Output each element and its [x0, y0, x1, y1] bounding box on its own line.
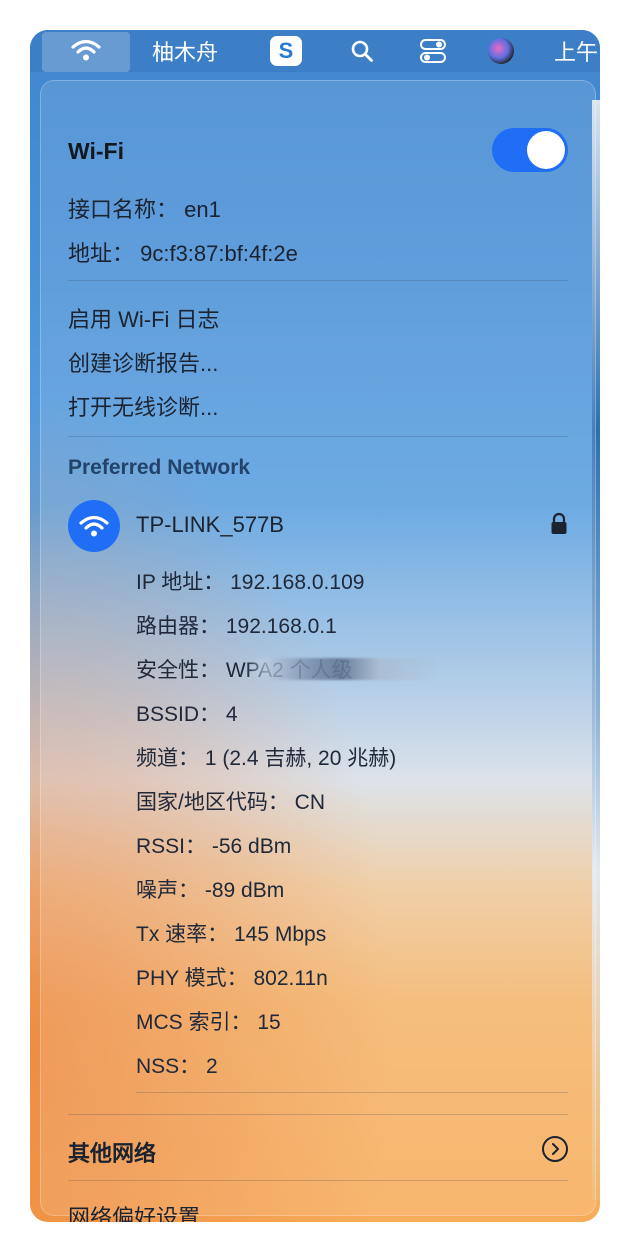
detail-nss: NSS： 2 — [136, 1055, 218, 1078]
sogou-icon: S — [270, 36, 302, 66]
separator — [68, 1180, 568, 1181]
detail-router: 路由器： 192.168.0.1 — [136, 615, 337, 638]
wifi-title: Wi-Fi — [68, 138, 124, 164]
detail-ip: IP 地址： 192.168.0.109 — [136, 571, 365, 594]
interface-name: 接口名称： en1 — [68, 197, 221, 222]
separator — [68, 1114, 568, 1115]
detail-noise: 噪声： -89 dBm — [136, 879, 285, 902]
preferred-network-name[interactable]: TP-LINK_577B — [136, 512, 284, 538]
toggle-knob — [527, 131, 565, 169]
screen: 柚木舟 S 上午 Wi-Fi 接口名称： en1 地址： 9c:f3:87:bf… — [30, 30, 600, 1222]
control-center-icon[interactable] — [416, 30, 450, 72]
preferred-network-label: Preferred Network — [68, 456, 251, 479]
menubar-app-icon[interactable]: S — [266, 30, 306, 72]
lock-icon — [550, 512, 568, 541]
menu-item-enable-wifi-log[interactable]: 启用 Wi-Fi 日志 — [68, 302, 220, 334]
wifi-toggle[interactable] — [492, 128, 568, 172]
menubar-app-name[interactable]: 柚木舟 — [142, 30, 228, 72]
menu-bar: 柚木舟 S 上午 — [30, 30, 600, 72]
detail-rssi: RSSI： -56 dBm — [136, 835, 292, 858]
menu-item-create-diagnostics-report[interactable]: 创建诊断报告... — [68, 346, 218, 378]
mac-address: 地址： 9c:f3:87:bf:4f:2e — [68, 241, 298, 266]
detail-channel: 频道： 1 (2.4 吉赫, 20 兆赫) — [136, 747, 397, 770]
menubar-clock[interactable]: 上午 — [554, 30, 600, 72]
wifi-menu-panel: Wi-Fi 接口名称： en1 地址： 9c:f3:87:bf:4f:2e 启用… — [40, 80, 596, 1222]
search-icon[interactable] — [344, 30, 380, 72]
separator — [136, 1092, 568, 1093]
separator — [68, 436, 568, 437]
bssid-redaction — [246, 658, 436, 680]
menu-item-open-wireless-diagnostics[interactable]: 打开无线诊断... — [68, 390, 218, 422]
detail-bssid: BSSID： 4 — [136, 703, 238, 726]
detail-country: 国家/地区代码： CN — [136, 791, 325, 814]
detail-mcs-index: MCS 索引： 15 — [136, 1011, 281, 1034]
detail-tx-rate: Tx 速率： 145 Mbps — [136, 923, 327, 946]
wifi-icon — [71, 38, 101, 67]
other-networks[interactable]: 其他网络 — [68, 1136, 156, 1168]
menubar-wifi-button[interactable] — [42, 32, 130, 72]
chevron-right-icon[interactable] — [542, 1136, 568, 1162]
siri-icon[interactable] — [486, 30, 516, 72]
separator — [68, 280, 568, 281]
network-wifi-icon — [68, 500, 120, 552]
network-preferences[interactable]: 网络偏好设置... — [68, 1200, 218, 1222]
detail-phy-mode: PHY 模式： 802.11n — [136, 967, 328, 990]
